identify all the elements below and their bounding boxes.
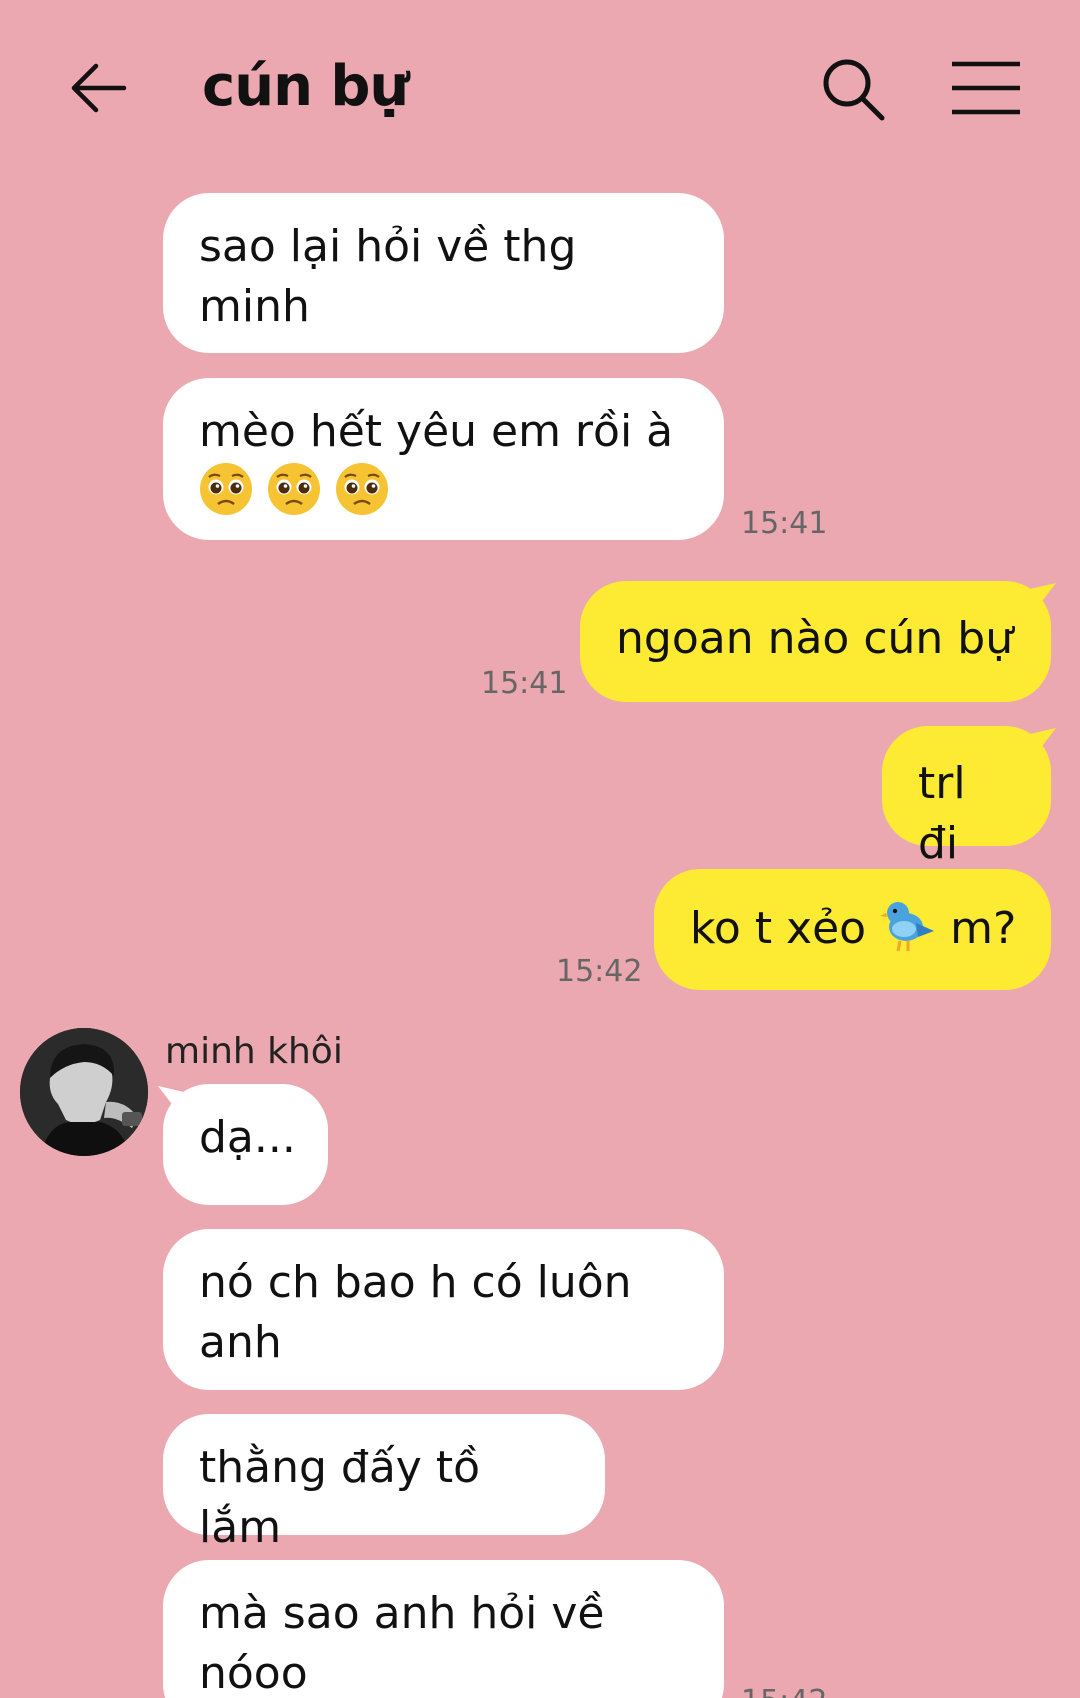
message-text: sao lại hỏi về thg minh [199, 221, 577, 332]
message-timestamp: 15:42 [741, 1684, 827, 1698]
message-timestamp: 15:41 [481, 666, 568, 701]
avatar-photo [20, 1028, 148, 1156]
pleading-face-emoji [267, 463, 335, 519]
message-text: trl đi [918, 758, 966, 869]
message-text: ngoan nào cún bự [616, 613, 1014, 664]
incoming-message[interactable]: thằng đấy tồ lắm [163, 1414, 605, 1553]
chat-screen: cún bự sao lại hỏi về thg minh mèo hết y… [0, 0, 1080, 1698]
message-text: ko t xẻo [690, 903, 867, 954]
sender-name: minh khôi [165, 1031, 343, 1072]
message-timestamp: 15:42 [556, 954, 643, 989]
avatar[interactable] [20, 1028, 148, 1156]
incoming-message[interactable]: dạ... [163, 1084, 328, 1205]
message-text: dạ... [199, 1112, 296, 1163]
bird-emoji [880, 902, 950, 954]
outgoing-message[interactable]: trl đi [882, 726, 1051, 869]
message-text: thằng đấy tồ lắm [199, 1442, 480, 1553]
chat-title: cún bự [202, 54, 409, 119]
search-icon[interactable] [820, 56, 886, 122]
outgoing-message[interactable]: ko t xẻo m? [654, 869, 1051, 990]
incoming-message[interactable]: mà sao anh hỏi về nóoo [163, 1560, 724, 1698]
message-text: m? [950, 903, 1017, 954]
outgoing-message[interactable]: ngoan nào cún bự [580, 581, 1051, 702]
message-text: mèo hết yêu em rồi à [199, 406, 674, 457]
pleading-face-emoji [199, 463, 267, 519]
incoming-message[interactable]: mèo hết yêu em rồi à [163, 378, 724, 540]
incoming-message[interactable]: nó ch bao h có luôn anh [163, 1229, 724, 1390]
incoming-message[interactable]: sao lại hỏi về thg minh [163, 193, 724, 353]
chat-header: cún bự [0, 0, 1080, 180]
pleading-face-emoji [335, 463, 389, 519]
menu-icon[interactable] [950, 58, 1022, 118]
back-arrow-icon[interactable] [68, 58, 128, 118]
message-text: mà sao anh hỏi về nóoo [199, 1588, 605, 1698]
message-text: nó ch bao h có luôn anh [199, 1257, 632, 1368]
message-timestamp: 15:41 [741, 506, 828, 541]
